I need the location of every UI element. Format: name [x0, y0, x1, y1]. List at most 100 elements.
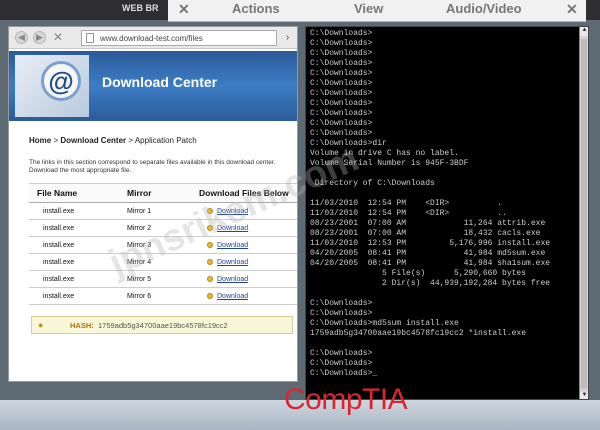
terminal-line: C:\Downloads>: [310, 29, 373, 38]
download-link-mirror-5[interactable]: Download: [217, 276, 248, 283]
hash-value: 1759adb5g34700aae19bc4578fc19cc2: [98, 321, 228, 330]
url-input[interactable]: [100, 32, 275, 44]
mirror-cell: Mirror 4: [119, 253, 191, 271]
breadcrumb-current: Application Patch: [134, 136, 197, 145]
download-cell: Download: [191, 219, 297, 237]
terminal-line: 08/23/2001 07:00 AM 18,432 cacls.exe: [310, 229, 541, 238]
terminal-line: 04/20/2005 08:41 PM 41,984 sha1sum.exe: [310, 259, 551, 268]
tab-actions[interactable]: Actions: [232, 1, 280, 16]
close-icon[interactable]: ✕: [178, 1, 190, 18]
terminal-line: C:\Downloads>: [310, 89, 373, 98]
download-icon: [207, 207, 213, 214]
comptia-logo: CompTIA: [284, 383, 408, 417]
download-cell: Download: [191, 253, 297, 271]
download-icon: [207, 258, 213, 265]
terminal-output: C:\Downloads> C:\Downloads> C:\Downloads> C…: [310, 29, 578, 379]
download-icon: [207, 224, 213, 231]
command-prompt-window[interactable]: C:\Downloads> C:\Downloads> C:\Downloads> C…: [305, 26, 589, 400]
mirror-cell: Mirror 3: [119, 236, 191, 254]
download-icon: [207, 292, 213, 299]
column-mirror: Mirror: [119, 183, 191, 203]
terminal-line: 11/03/2010 12:53 PM 5,176,996 install.ex…: [310, 239, 551, 248]
table-row: install.exe Mirror 5 Download: [29, 270, 297, 288]
file-name-cell: install.exe: [29, 253, 119, 271]
stop-icon[interactable]: ✕: [53, 30, 63, 44]
terminal-line: C:\Downloads>: [310, 39, 373, 48]
mirror-cell: Mirror 6: [119, 287, 191, 305]
scroll-down-icon[interactable]: ▼: [580, 392, 588, 399]
tab-view[interactable]: View: [354, 1, 383, 16]
terminal-line: C:\Downloads>: [310, 349, 373, 358]
terminal-line: C:\Downloads>: [310, 109, 373, 118]
download-cell: Download: [191, 236, 297, 254]
file-name-cell: install.exe: [29, 202, 119, 220]
table-row: install.exe Mirror 3 Download: [29, 236, 297, 254]
breadcrumb-separator: >: [126, 136, 135, 145]
download-link-mirror-6[interactable]: Download: [217, 293, 248, 300]
terminal-line: Volume Serial Number is 945F-3BDF: [310, 159, 469, 168]
terminal-line: C:\Downloads>: [310, 99, 373, 108]
download-icon: [207, 241, 213, 248]
terminal-line: 04/20/2005 08:41 PM 41,984 md5sum.exe: [310, 249, 546, 258]
page-icon: [86, 33, 94, 43]
terminal-line: C:\Downloads>: [310, 359, 373, 368]
banner-title: Download Center: [102, 74, 218, 90]
terminal-line: 08/23/2001 07:00 AM 11,264 attrib.exe: [310, 219, 546, 228]
download-cell: Download: [191, 202, 297, 220]
terminal-line: C:\Downloads>: [310, 309, 373, 318]
download-center-banner: @ Download Center: [9, 51, 297, 121]
breadcrumb-download-center[interactable]: Download Center: [60, 136, 126, 145]
terminal-line: 11/03/2010 12:54 PM <DIR> .: [310, 199, 503, 208]
terminal-line: 1759adb5g34700aae19bc4578fc19cc2 *instal…: [310, 329, 527, 338]
address-bar[interactable]: [81, 30, 277, 46]
breadcrumb-separator: >: [51, 136, 61, 145]
download-link-mirror-3[interactable]: Download: [217, 242, 248, 249]
forward-button[interactable]: ▶: [33, 31, 46, 44]
terminal-line: 11/03/2010 12:54 PM <DIR> ..: [310, 209, 507, 218]
download-link-mirror-1[interactable]: Download: [217, 208, 248, 215]
download-link-mirror-4[interactable]: Download: [217, 259, 248, 266]
at-sign-icon: @: [41, 61, 81, 101]
browser-navbar: ◀ ▶ ✕ ›: [9, 27, 297, 49]
table-row: install.exe Mirror 2 Download: [29, 219, 297, 237]
toolbar-tabs: ✕ Actions View Audio/Video ✕: [168, 0, 586, 22]
terminal-line: Volume in drive C has no label.: [310, 149, 459, 158]
terminal-scrollbar[interactable]: ▲ ▼: [579, 27, 588, 399]
terminal-line: 5 File(s) 5,290,660 bytes: [310, 269, 527, 278]
terminal-line: C:\Downloads>: [310, 119, 373, 128]
terminal-line: 2 Dir(s) 44,939,192,284 bytes free: [310, 279, 551, 288]
tab-audio-video[interactable]: Audio/Video: [446, 1, 522, 16]
download-table: File Name Mirror Download Files Below in…: [29, 183, 297, 305]
file-name-cell: install.exe: [29, 236, 119, 254]
mirror-cell: Mirror 2: [119, 219, 191, 237]
file-name-cell: install.exe: [29, 270, 119, 288]
close-icon-right[interactable]: ✕: [566, 1, 578, 18]
terminal-line: C:\Downloads>: [310, 299, 373, 308]
download-link-mirror-2[interactable]: Download: [217, 225, 248, 232]
hash-box: ● HASH: 1759adb5g34700aae19bc4578fc19cc2: [31, 316, 293, 334]
terminal-line: C:\Downloads>_: [310, 369, 378, 378]
scroll-thumb[interactable]: [581, 39, 587, 389]
terminal-line: Directory of C:\Downloads: [310, 179, 435, 188]
scroll-up-icon[interactable]: ▲: [580, 27, 588, 36]
terminal-line: C:\Downloads>: [310, 69, 373, 78]
file-name-cell: install.exe: [29, 219, 119, 237]
terminal-line: C:\Downloads>: [310, 79, 373, 88]
terminal-line: C:\Downloads>: [310, 129, 373, 138]
breadcrumb: Home > Download Center > Application Pat…: [29, 136, 197, 145]
terminal-line: C:\Downloads>: [310, 49, 373, 58]
table-header-row: File Name Mirror Download Files Below: [29, 183, 297, 203]
terminal-line: C:\Downloads>dir: [310, 139, 387, 148]
hash-label: HASH:: [70, 321, 94, 330]
go-button[interactable]: ›: [280, 30, 295, 46]
table-row: install.exe Mirror 4 Download: [29, 253, 297, 271]
terminal-line: C:\Downloads>md5sum install.exe: [310, 319, 459, 328]
table-row: install.exe Mirror 1 Download: [29, 202, 297, 220]
terminal-line: C:\Downloads>: [310, 59, 373, 68]
intro-text: The links in this section correspond to …: [29, 159, 276, 174]
breadcrumb-home[interactable]: Home: [29, 136, 51, 145]
back-button[interactable]: ◀: [15, 31, 28, 44]
